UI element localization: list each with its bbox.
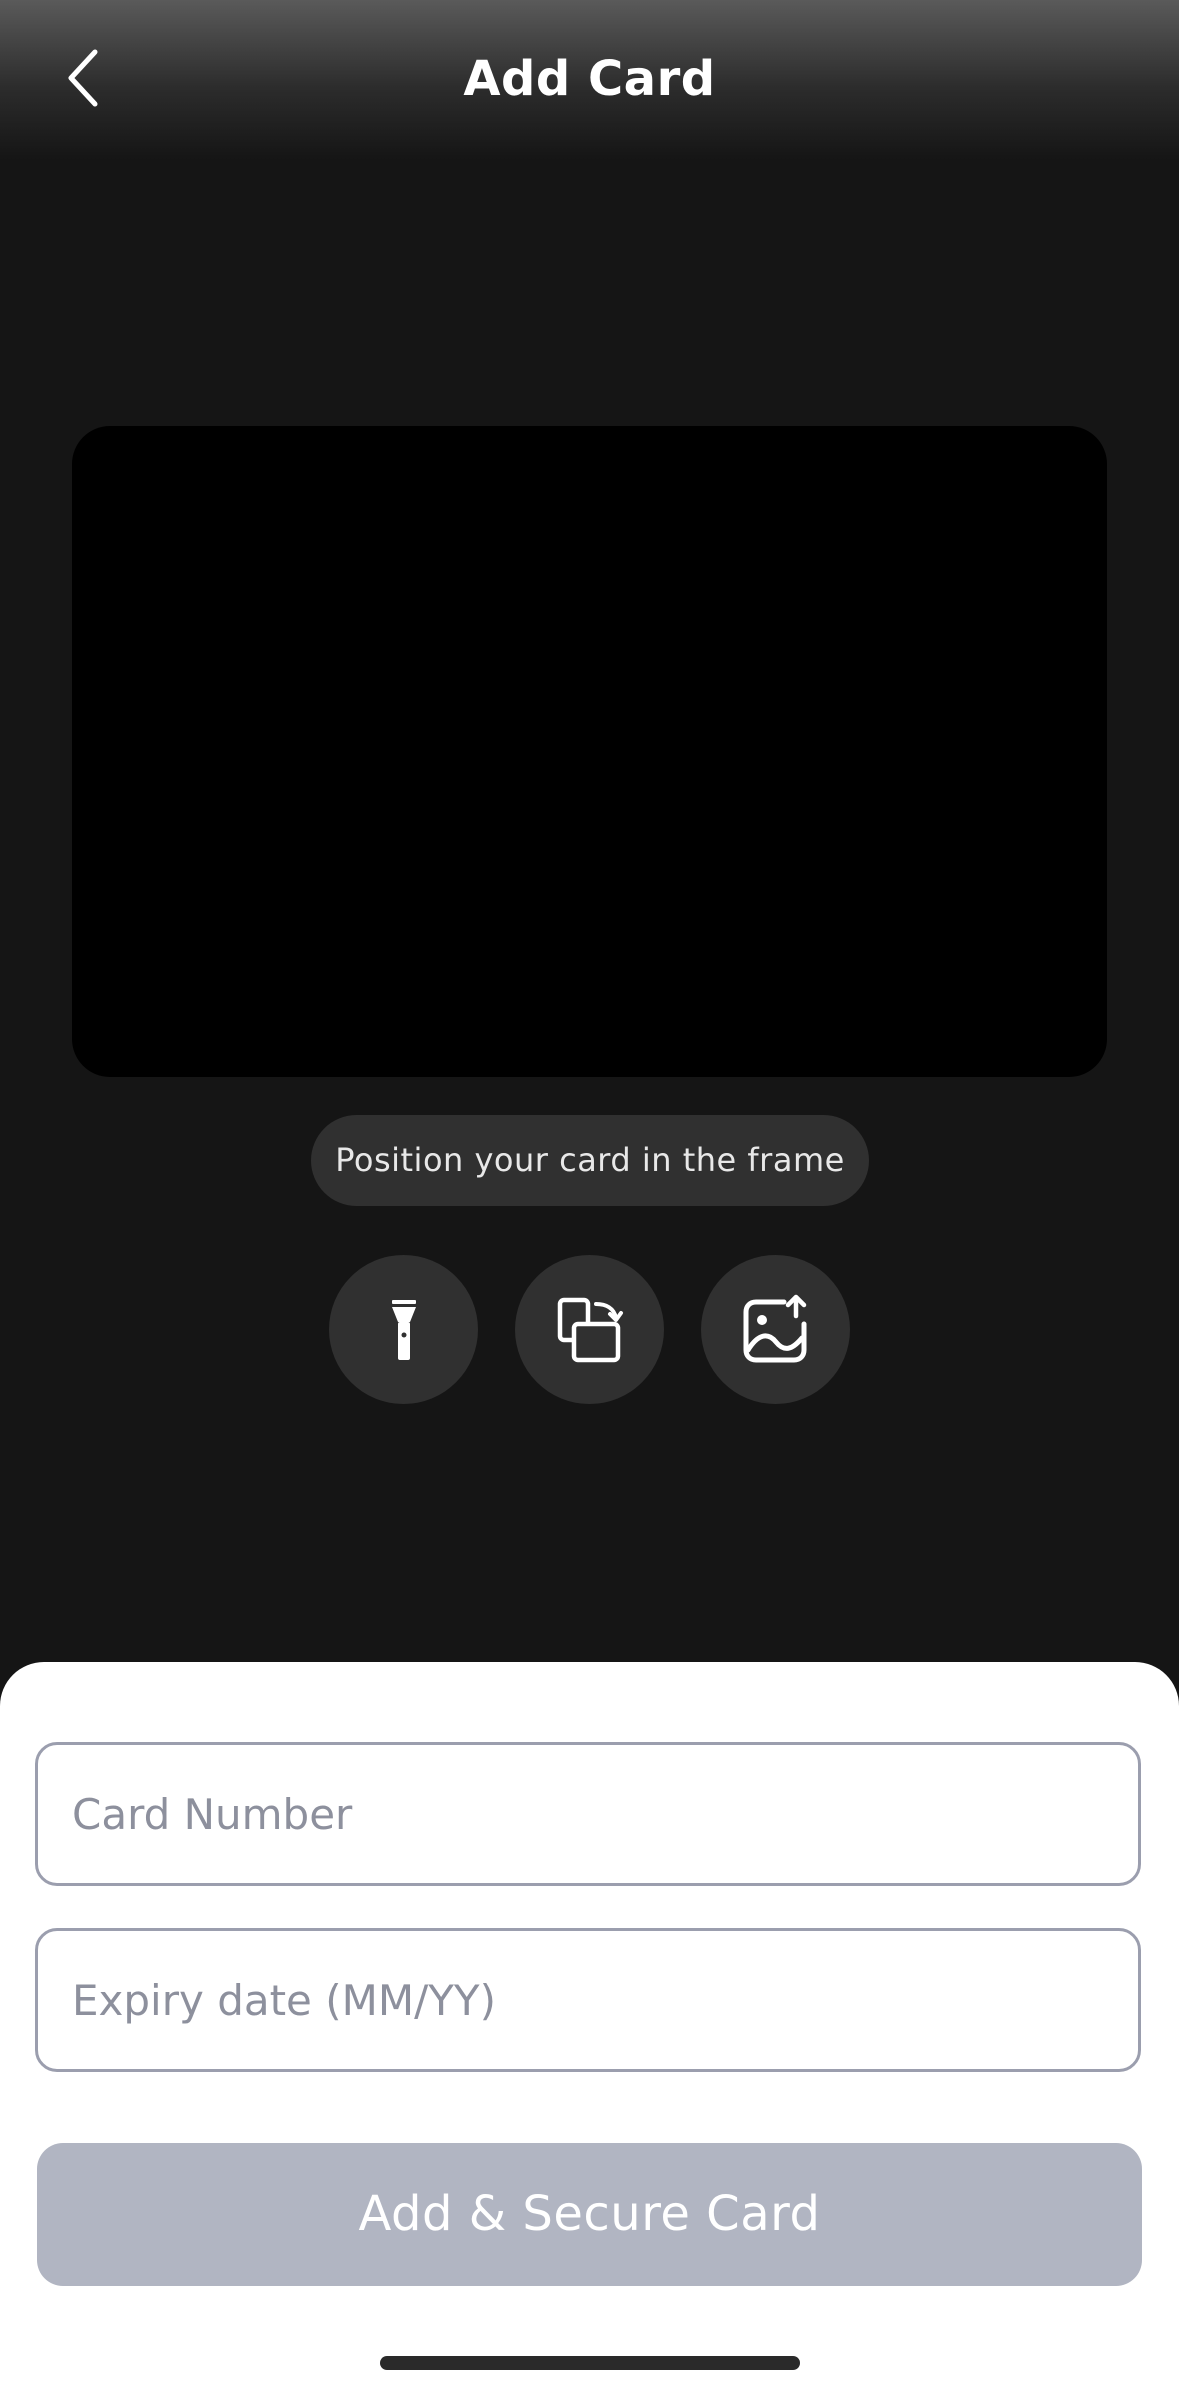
add-card-screen: Add Card Position your card in the frame bbox=[0, 0, 1179, 2396]
switch-camera-icon bbox=[557, 1297, 623, 1362]
upload-image-button[interactable] bbox=[701, 1255, 850, 1404]
add-secure-card-button[interactable]: Add & Secure Card bbox=[37, 2143, 1142, 2286]
switch-side-button[interactable] bbox=[515, 1255, 664, 1404]
home-indicator bbox=[380, 2356, 800, 2370]
image-upload-icon bbox=[743, 1294, 806, 1362]
scan-hint: Position your card in the frame bbox=[311, 1115, 869, 1206]
flashlight-button[interactable] bbox=[329, 1255, 478, 1404]
card-scan-frame bbox=[72, 426, 1107, 1077]
page-title: Add Card bbox=[463, 51, 716, 107]
card-details-sheet: Add & Secure Card bbox=[0, 1662, 1179, 2396]
expiry-date-field bbox=[35, 1928, 1141, 2072]
expiry-date-input[interactable] bbox=[38, 1931, 1138, 2069]
header: Add Card bbox=[0, 0, 1179, 160]
card-number-field bbox=[35, 1742, 1141, 1886]
card-number-input[interactable] bbox=[38, 1745, 1138, 1883]
flashlight-icon bbox=[391, 1299, 416, 1360]
